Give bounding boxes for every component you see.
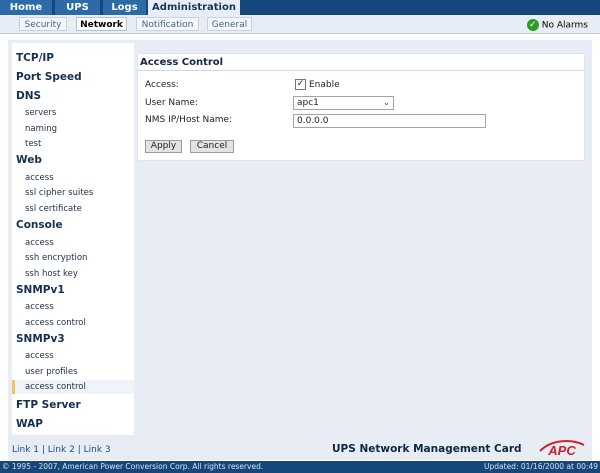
main-frame: TCP/IP Port Speed DNS servers naming tes… — [8, 40, 592, 460]
sidebar-item-snmpv3-access-control[interactable]: access control — [25, 382, 86, 392]
sidebar-item-web-ssl-cert[interactable]: ssl certificate — [25, 204, 82, 214]
sidebar-item-dns-test[interactable]: test — [25, 139, 41, 149]
sidebar-item-web-ssl-cipher[interactable]: ssl cipher suites — [25, 188, 93, 198]
sidebar-item-console[interactable]: Console — [16, 219, 63, 231]
sidebar-item-console-ssh-host-key[interactable]: ssh host key — [25, 269, 78, 279]
sidebar-item-web-access[interactable]: access — [25, 173, 54, 183]
copyright-text: © 1995 - 2007, American Power Conversion… — [2, 462, 264, 471]
access-label: Access: — [145, 80, 179, 90]
sidebar-item-dns[interactable]: DNS — [16, 90, 41, 102]
tab-ups[interactable]: UPS — [55, 0, 100, 15]
card-title: UPS Network Management Card — [332, 443, 522, 455]
apc-logo-text: APC — [547, 443, 576, 457]
subtab-notification[interactable]: Notification — [136, 17, 199, 31]
sidebar-item-console-access[interactable]: access — [25, 238, 54, 248]
sidebar-item-snmpv3[interactable]: SNMPv3 — [16, 333, 65, 345]
host-name-input[interactable]: 0.0.0.0 — [293, 114, 486, 128]
sidebar-item-tcpip[interactable]: TCP/IP — [16, 52, 54, 64]
apply-button[interactable]: Apply — [145, 140, 182, 153]
link-1[interactable]: Link 1 — [12, 445, 39, 455]
alarm-status: ✓ No Alarms — [526, 19, 588, 31]
enable-checkbox[interactable]: ✓ — [295, 79, 306, 90]
sidebar-item-port-speed[interactable]: Port Speed — [16, 71, 82, 83]
tab-administration[interactable]: Administration — [148, 0, 240, 15]
user-name-label: User Name: — [145, 98, 198, 108]
tab-home[interactable]: Home — [0, 0, 52, 15]
link-separator: | — [74, 445, 84, 455]
apc-logo: APC — [539, 440, 585, 457]
access-control-panel: Access Control Access: ✓ Enable User Nam… — [137, 53, 585, 161]
subtab-general[interactable]: General — [207, 17, 252, 31]
sidebar-item-console-ssh-encryption[interactable]: ssh encryption — [25, 253, 87, 263]
cancel-button[interactable]: Cancel — [190, 140, 234, 153]
sidebar-item-snmpv3-access[interactable]: access — [25, 351, 54, 361]
link-2[interactable]: Link 2 — [48, 445, 75, 455]
sidebar: TCP/IP Port Speed DNS servers naming tes… — [12, 43, 134, 435]
chevron-down-icon: ⌄ — [383, 98, 390, 107]
link-3[interactable]: Link 3 — [84, 445, 111, 455]
sidebar-item-snmpv1-access-control[interactable]: access control — [25, 318, 86, 328]
sub-nav-bar: Security Network Notification General ✓ N… — [0, 15, 600, 34]
sidebar-item-snmpv1-access[interactable]: access — [25, 302, 54, 312]
page-footer: © 1995 - 2007, American Power Conversion… — [0, 461, 600, 473]
sidebar-item-dns-naming[interactable]: naming — [25, 124, 57, 134]
subtab-network[interactable]: Network — [76, 17, 127, 31]
user-name-value: apc1 — [297, 98, 319, 108]
subtab-security[interactable]: Security — [19, 17, 67, 31]
sidebar-item-snmpv3-user-profiles[interactable]: user profiles — [25, 367, 78, 377]
alarm-text: No Alarms — [541, 20, 588, 31]
panel-title: Access Control — [138, 54, 584, 71]
enable-label: Enable — [309, 80, 340, 90]
check-circle-icon: ✓ — [526, 19, 539, 31]
sidebar-item-ftp-server[interactable]: FTP Server — [16, 399, 81, 411]
footer-links: Link 1 | Link 2 | Link 3 — [12, 445, 111, 455]
user-name-select[interactable]: apc1 ⌄ — [293, 96, 394, 110]
sidebar-item-wap[interactable]: WAP — [16, 418, 43, 430]
link-separator: | — [39, 445, 48, 455]
sidebar-item-snmpv1[interactable]: SNMPv1 — [16, 284, 65, 296]
updated-text: Updated: 01/16/2000 at 00:49 — [484, 462, 598, 471]
sidebar-item-dns-servers[interactable]: servers — [25, 108, 56, 118]
host-name-label: NMS IP/Host Name: — [145, 115, 233, 125]
sidebar-item-web[interactable]: Web — [16, 154, 42, 166]
top-nav-bar: Home UPS Logs Administration — [0, 0, 600, 15]
tab-logs[interactable]: Logs — [103, 0, 146, 15]
